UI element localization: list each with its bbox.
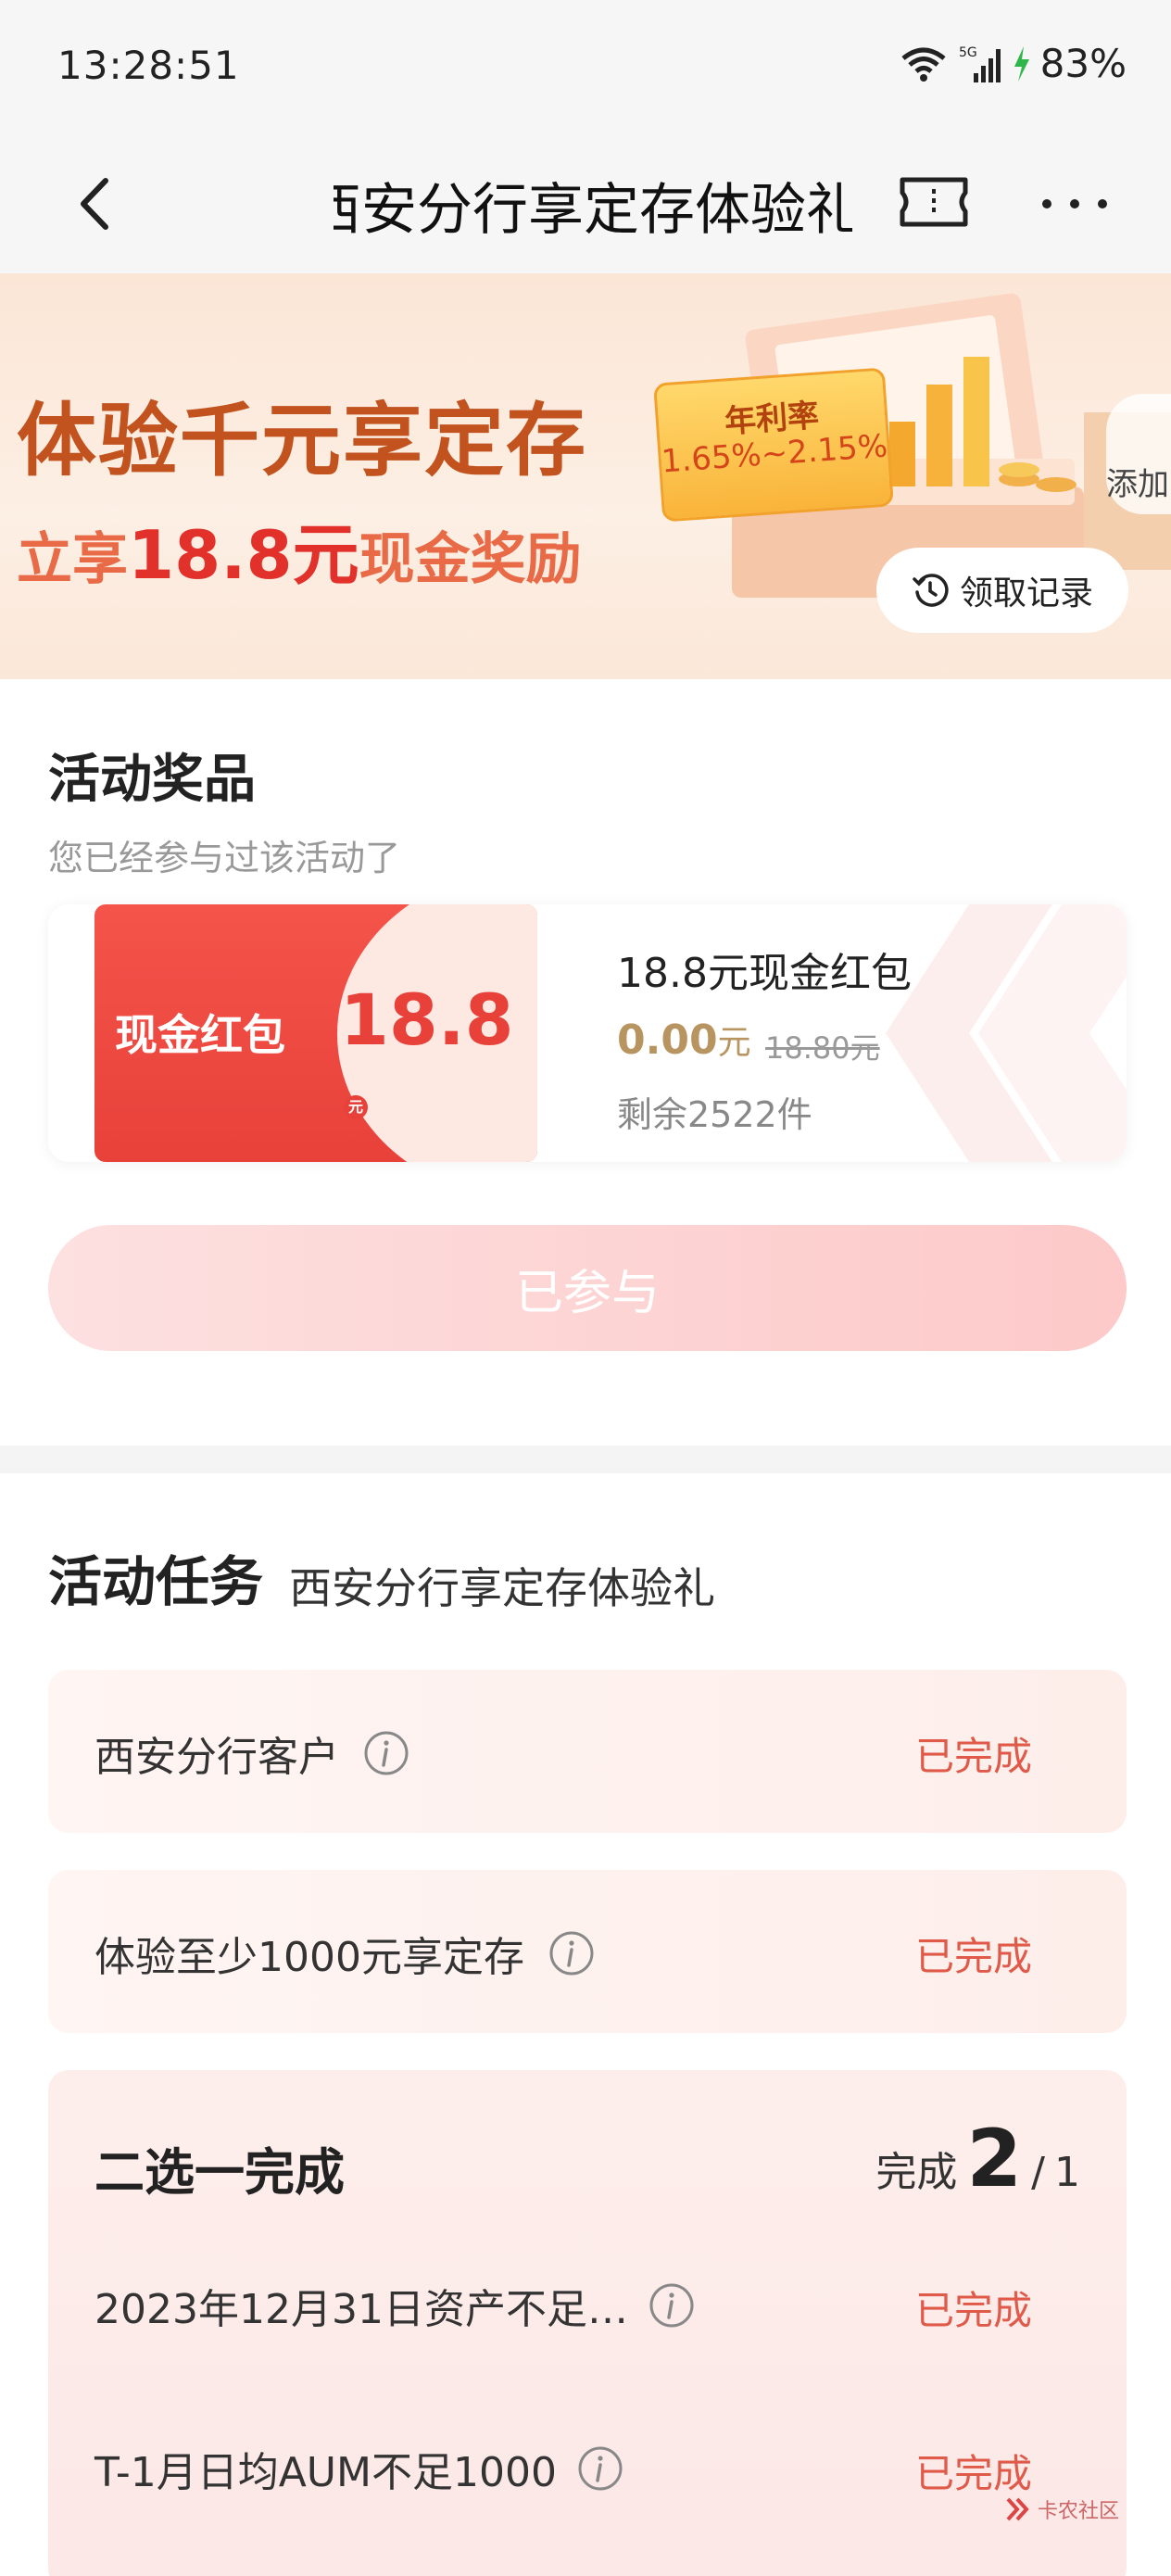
sub-task-label: T-1月日均AUM不足1000 bbox=[94, 2439, 623, 2498]
task-item: 西安分行客户 已完成 bbox=[48, 1670, 1127, 1833]
info-icon[interactable] bbox=[363, 1730, 409, 1776]
progress-separator: / bbox=[1031, 2149, 1045, 2196]
ticket-icon[interactable] bbox=[899, 176, 969, 228]
more-icon[interactable] bbox=[1038, 195, 1112, 213]
battery-percent: 83% bbox=[1039, 41, 1127, 86]
progress-done: 2 bbox=[966, 2113, 1023, 2205]
task-item: 体验至少1000元享定存 已完成 bbox=[48, 1870, 1127, 2033]
status-time: 13:28:51 bbox=[57, 43, 240, 88]
sub-task-status: 已完成 bbox=[914, 2451, 1032, 2496]
task-label: 西安分行客户 bbox=[94, 1724, 409, 1783]
banner-subline: 立享18.8元现金奖励 bbox=[17, 516, 582, 594]
nav-bar: 西安分行享定存体验礼 bbox=[0, 139, 1171, 273]
task-section-title: 活动任务 bbox=[48, 1550, 264, 1613]
add-label[interactable]: 添加 bbox=[1106, 459, 1169, 504]
status-icons: 5G 83% bbox=[900, 41, 1127, 86]
task-group-title: 二选一完成 bbox=[94, 2143, 345, 2202]
section-divider bbox=[0, 1446, 1171, 1473]
info-icon[interactable] bbox=[548, 1930, 595, 1976]
coupon-amount: 18.8元 bbox=[340, 979, 537, 1143]
watermark: 卡农社区 bbox=[1004, 2494, 1119, 2524]
task-status: 已完成 bbox=[914, 1734, 1032, 1779]
prize-original-price: 18.80元 bbox=[765, 1030, 880, 1066]
network-label: 5G bbox=[959, 45, 977, 60]
history-icon bbox=[913, 574, 949, 607]
page-title: 西安分行享定存体验礼 bbox=[334, 178, 852, 239]
status-bar: 13:28:51 5G 83% bbox=[0, 0, 1171, 139]
prize-name: 18.8元现金红包 bbox=[617, 950, 912, 997]
prize-stock: 剩余2522件 bbox=[617, 1094, 812, 1135]
task-section-subtitle: 西安分行享定存体验礼 bbox=[289, 1563, 715, 1613]
task-group-progress: 完成 2 / 1 bbox=[875, 2113, 1080, 2205]
task-status: 已完成 bbox=[914, 1934, 1032, 1979]
prize-section-title: 活动奖品 bbox=[48, 750, 256, 810]
sub-task-status: 已完成 bbox=[914, 2288, 1032, 2333]
progress-label: 完成 bbox=[875, 2149, 958, 2196]
info-icon[interactable] bbox=[577, 2445, 623, 2492]
claim-record-button[interactable]: 领取记录 bbox=[876, 548, 1128, 633]
claim-record-label: 领取记录 bbox=[959, 575, 1093, 612]
coupon-unit: 元 bbox=[344, 1095, 368, 1119]
sub-task-label: 2023年12月31日资产不足… bbox=[94, 2276, 695, 2335]
rate-tag: 年利率 1.65%~2.15% bbox=[653, 367, 894, 523]
info-icon[interactable] bbox=[648, 2282, 695, 2329]
charging-icon bbox=[1014, 45, 1029, 82]
banner-headline: 体验千元享定存 bbox=[17, 395, 587, 487]
watermark-logo-icon bbox=[1006, 2497, 1029, 2521]
wifi-icon bbox=[901, 47, 946, 82]
prize-card[interactable]: 现金红包 18.8元 18.8元现金红包 0.00元 18.80元 剩余2522… bbox=[48, 904, 1127, 1162]
prize-price: 0.00元 bbox=[617, 1017, 751, 1064]
cell-signal-icon: 5G bbox=[959, 45, 1001, 82]
prize-subtitle: 您已经参与过该活动了 bbox=[48, 838, 401, 878]
cash-coupon: 现金红包 18.8元 bbox=[94, 904, 537, 1162]
joined-button[interactable]: 已参与 bbox=[48, 1225, 1127, 1351]
back-icon[interactable] bbox=[65, 171, 130, 236]
task-label: 体验至少1000元享定存 bbox=[94, 1924, 595, 1983]
coupon-label: 现金红包 bbox=[115, 1010, 285, 1060]
task-group-card: 二选一完成 完成 2 / 1 2023年12月31日资产不足… 已完成 T-1月… bbox=[48, 2070, 1127, 2576]
promo-banner: 体验千元享定存 立享18.8元现金奖励 年利率 1.65%~2.15% 添加 领… bbox=[0, 273, 1171, 679]
progress-total: 1 bbox=[1054, 2149, 1080, 2196]
